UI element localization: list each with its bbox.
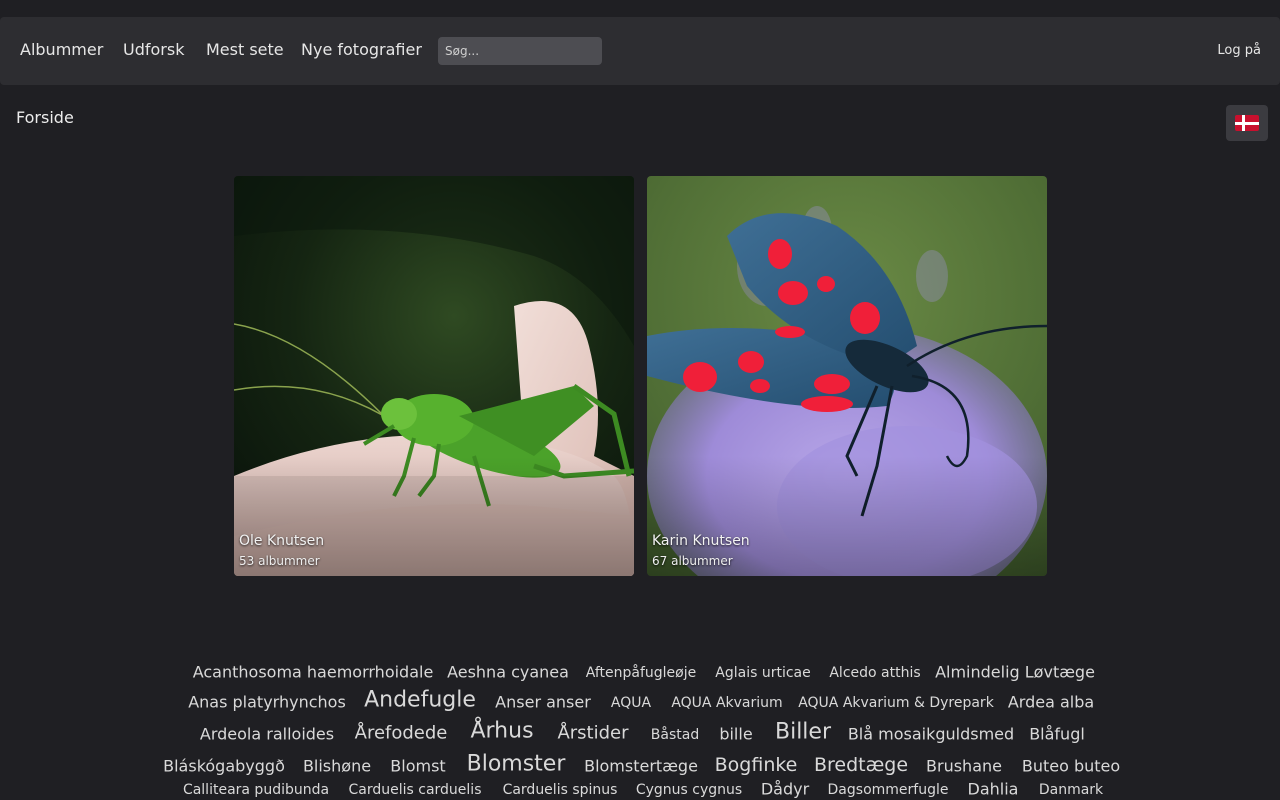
tag-link[interactable]: Blomster — [467, 752, 566, 777]
tag-link[interactable]: Almindelig Løvtæge — [935, 663, 1095, 682]
tag-link[interactable]: Blomstertæge — [584, 757, 698, 776]
tag-link[interactable]: Carduelis spinus — [503, 782, 618, 798]
album-title[interactable]: Karin Knutsen — [652, 533, 750, 549]
album-card[interactable]: Karin Knutsen 67 albummer — [647, 176, 1047, 576]
tag-link[interactable]: bille — [719, 725, 752, 744]
breadcrumb[interactable]: Forside — [16, 108, 74, 127]
tag-link[interactable]: Alcedo atthis — [829, 665, 920, 681]
tag-link[interactable]: AQUA Akvarium & Dyrepark — [798, 695, 994, 711]
tag-link[interactable]: Brushane — [926, 757, 1002, 776]
tag-link[interactable]: Blåfugl — [1029, 725, 1085, 744]
tag-link[interactable]: Årstider — [557, 723, 628, 744]
tag-link[interactable]: AQUA — [611, 695, 651, 711]
tag-link[interactable]: Dagsommerfugle — [828, 782, 949, 798]
tag-link[interactable]: Aglais urticae — [715, 665, 810, 681]
tag-link[interactable]: Århus — [470, 719, 533, 744]
nav-new-photos[interactable]: Nye fotografier — [301, 17, 422, 85]
tag-link[interactable]: Ardea alba — [1008, 693, 1094, 712]
tag-link[interactable]: Biller — [775, 720, 831, 745]
tag-link[interactable]: Danmark — [1039, 782, 1103, 798]
tag-link[interactable]: Andefugle — [364, 688, 476, 713]
tag-link[interactable]: Aeshna cyanea — [447, 663, 569, 682]
tag-link[interactable]: Blå mosaikguldsmed — [848, 725, 1014, 744]
tag-link[interactable]: Carduelis carduelis — [349, 782, 482, 798]
album-count: 53 albummer — [239, 554, 320, 568]
tag-link[interactable]: Cygnus cygnus — [636, 782, 742, 798]
search-input[interactable] — [438, 37, 602, 65]
tag-link[interactable]: Blomst — [390, 757, 445, 776]
tag-link[interactable]: Ardeola ralloides — [200, 725, 334, 744]
tag-link[interactable]: Årefodede — [355, 723, 448, 744]
tag-link[interactable]: Bláskógabyggð — [163, 757, 285, 776]
album-card[interactable]: Ole Knutsen 53 albummer — [234, 176, 634, 576]
tag-link[interactable]: Bredtæge — [814, 754, 908, 776]
tag-link[interactable]: AQUA Akvarium — [671, 695, 782, 711]
flag-denmark-icon — [1235, 115, 1259, 131]
language-button[interactable] — [1226, 105, 1268, 141]
nav-albums[interactable]: Albummer — [20, 17, 103, 85]
top-navbar: Albummer Udforsk Mest sete Nye fotografi… — [0, 17, 1280, 85]
tag-link[interactable]: Acanthosoma haemorrhoidale — [193, 663, 434, 682]
tag-link[interactable]: Anas platyrhynchos — [188, 693, 346, 712]
nav-most-viewed[interactable]: Mest sete — [206, 17, 284, 85]
album-count: 67 albummer — [652, 554, 733, 568]
tag-link[interactable]: Blishøne — [303, 757, 371, 776]
nav-explore[interactable]: Udforsk — [123, 17, 184, 85]
tag-link[interactable]: Aftenpåfugleøje — [586, 665, 696, 681]
album-title[interactable]: Ole Knutsen — [239, 533, 324, 549]
login-link[interactable]: Log på — [1217, 17, 1261, 85]
tag-link[interactable]: Anser anser — [495, 693, 591, 712]
tag-link[interactable]: Buteo buteo — [1022, 757, 1120, 776]
tag-link[interactable]: Dådyr — [761, 780, 809, 799]
tag-link[interactable]: Calliteara pudibunda — [183, 782, 329, 798]
tag-link[interactable]: Båstad — [651, 727, 699, 743]
tag-link[interactable]: Bogfinke — [715, 754, 798, 776]
tag-link[interactable]: Dahlia — [968, 780, 1019, 799]
